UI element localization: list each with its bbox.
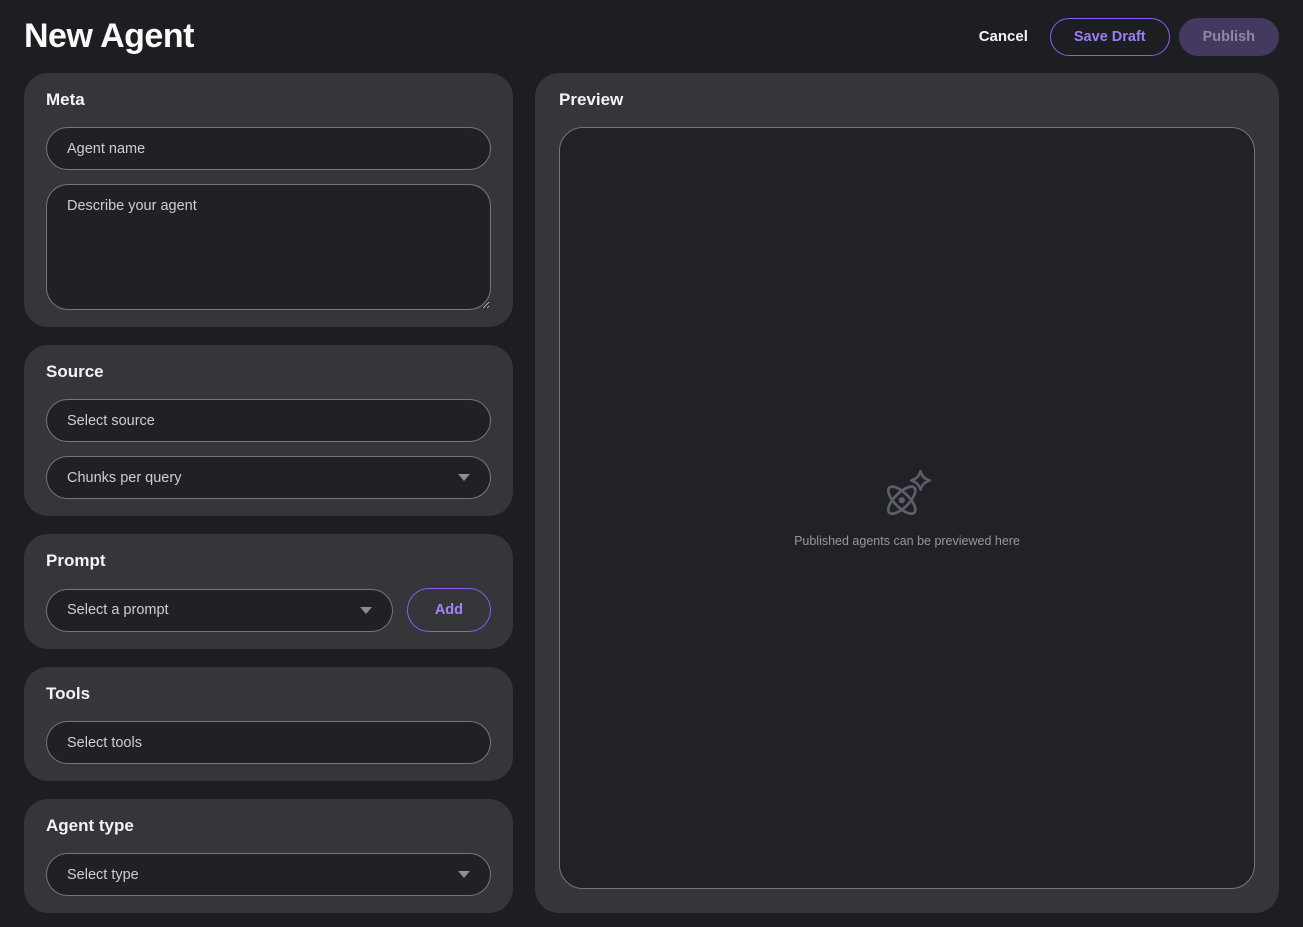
prompt-card: Prompt Select a prompt Add xyxy=(24,534,513,649)
prompt-select[interactable]: Select a prompt xyxy=(46,589,393,632)
chevron-down-icon xyxy=(458,871,470,878)
new-agent-page: New Agent Cancel Save Draft Publish Meta… xyxy=(0,0,1303,913)
meta-card-title: Meta xyxy=(46,90,491,110)
topbar-actions: Cancel Save Draft Publish xyxy=(973,18,1279,56)
agent-type-select[interactable]: Select type xyxy=(46,853,491,896)
prompt-select-label: Select a prompt xyxy=(67,602,169,618)
tools-select-input[interactable] xyxy=(46,721,491,764)
chevron-down-icon xyxy=(360,607,372,614)
agent-type-select-label: Select type xyxy=(67,867,139,883)
preview-panel: Published agents can be previewed here xyxy=(559,127,1255,889)
agent-description-textarea[interactable] xyxy=(46,184,491,310)
agent-name-input[interactable] xyxy=(46,127,491,170)
preview-card: Preview Published agents can be previewe… xyxy=(535,73,1279,913)
chunks-per-query-label: Chunks per query xyxy=(67,470,181,486)
tools-card-title: Tools xyxy=(46,684,491,704)
agent-sparkle-atom-icon xyxy=(880,468,934,522)
content-columns: Meta Source Chunks per query xyxy=(24,73,1279,913)
agent-type-card: Agent type Select type xyxy=(24,799,513,913)
prompt-card-title: Prompt xyxy=(46,551,491,571)
add-prompt-button[interactable]: Add xyxy=(407,588,491,632)
publish-button[interactable]: Publish xyxy=(1179,18,1279,56)
page-title: New Agent xyxy=(24,17,194,56)
chunks-per-query-select[interactable]: Chunks per query xyxy=(46,456,491,499)
agent-type-card-title: Agent type xyxy=(46,816,491,836)
form-column: Meta Source Chunks per query xyxy=(24,73,513,913)
meta-card: Meta xyxy=(24,73,513,327)
source-card: Source Chunks per query xyxy=(24,345,513,516)
save-draft-button[interactable]: Save Draft xyxy=(1050,18,1170,56)
source-select-input[interactable] xyxy=(46,399,491,442)
chevron-down-icon xyxy=(458,474,470,481)
preview-empty-text: Published agents can be previewed here xyxy=(794,534,1020,548)
preview-card-title: Preview xyxy=(559,90,1255,110)
tools-card: Tools xyxy=(24,667,513,781)
source-card-title: Source xyxy=(46,362,491,382)
topbar: New Agent Cancel Save Draft Publish xyxy=(24,0,1279,73)
cancel-button[interactable]: Cancel xyxy=(973,18,1034,56)
